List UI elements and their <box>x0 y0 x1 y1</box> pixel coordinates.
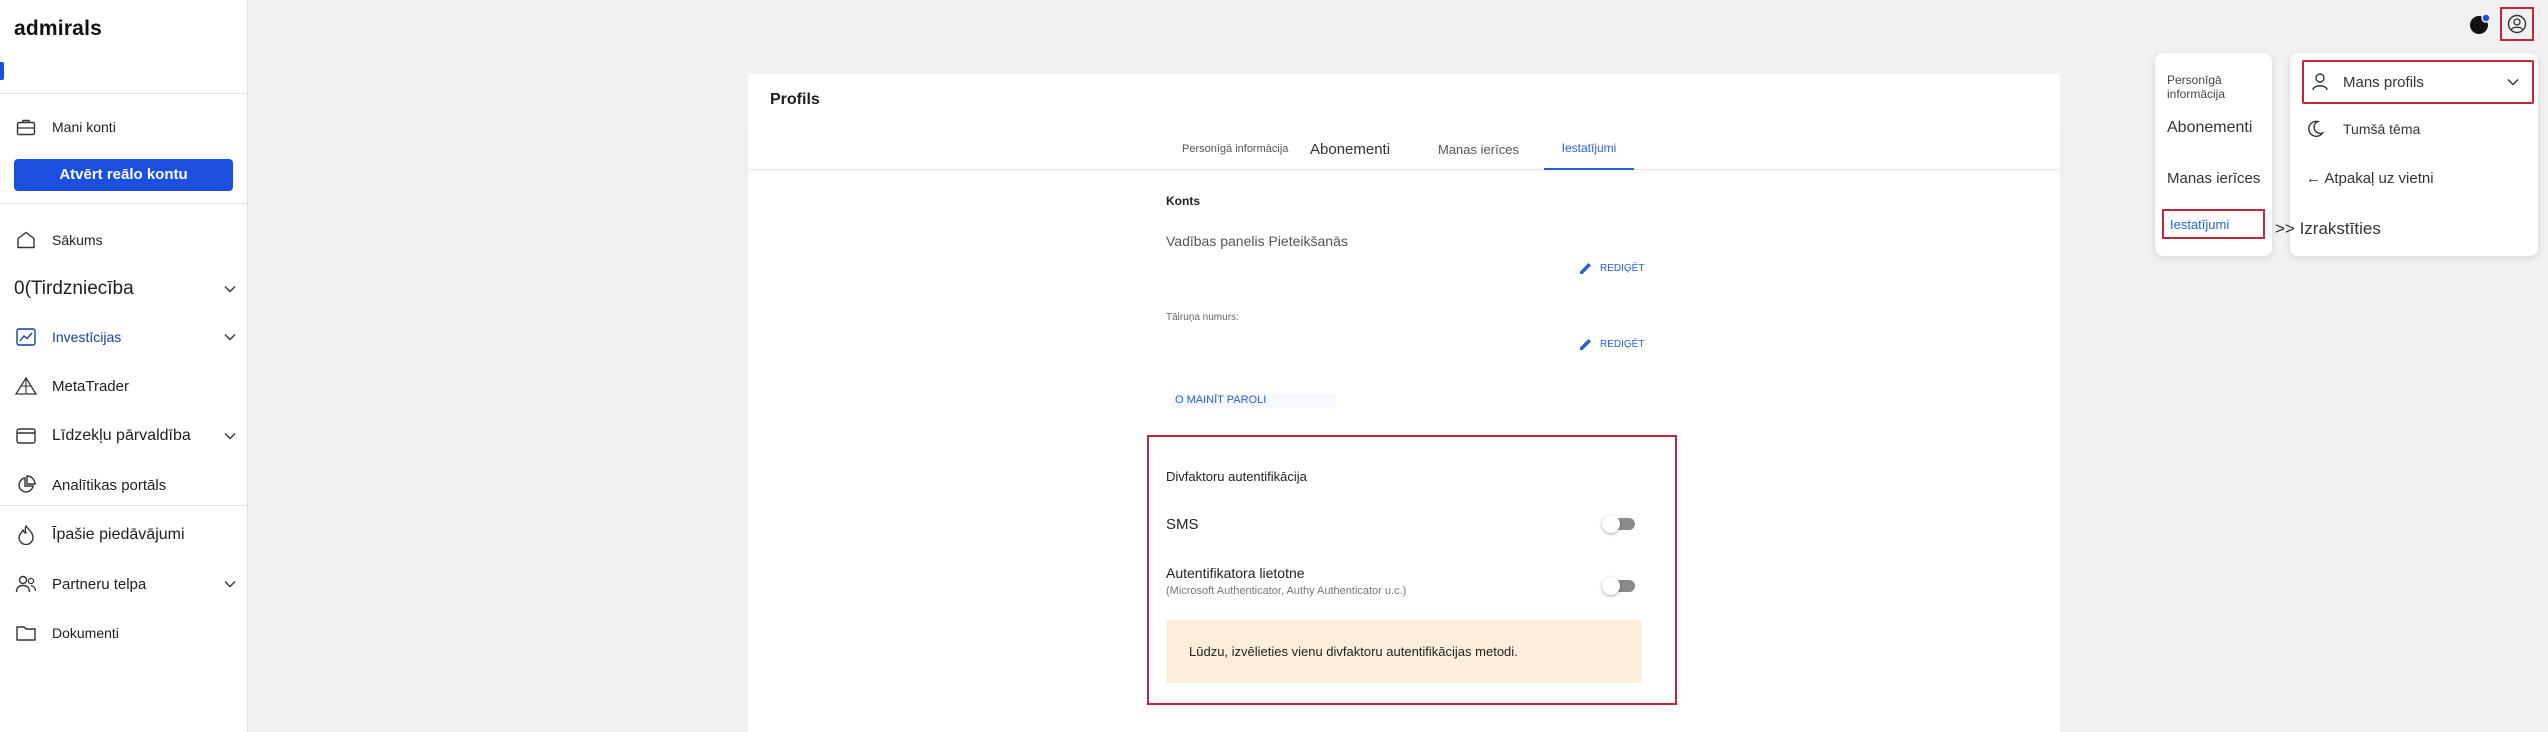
sms-toggle[interactable] <box>1602 515 1635 533</box>
toggle-knob <box>1602 577 1620 595</box>
trading-icon: 0( <box>14 278 31 299</box>
briefcase-icon <box>14 115 38 139</box>
menu-item-subscriptions[interactable]: Abonementi <box>2167 119 2252 137</box>
metatrader-icon <box>14 374 38 398</box>
users-icon <box>14 572 38 596</box>
sidebar-item-label: Līdzekļu pārvaldība <box>52 427 191 444</box>
sidebar-item-trading[interactable]: 0( Tirdzniecība <box>14 273 237 305</box>
sidebar-item-label: Dokumenti <box>52 625 119 641</box>
auth-app-hint: (Microsoft Authenticator, Authy Authenti… <box>1166 585 1407 597</box>
open-real-account-button[interactable]: Atvērt reālo kontu <box>14 159 233 191</box>
sidebar-item-label: Analītikas portāls <box>52 476 167 494</box>
profile-card: Profils Personīgā informācija Abonementi… <box>748 74 2060 732</box>
profile-tabs: Personīgā informācija Abonementi Manas i… <box>748 128 2060 170</box>
sidebar-item-label: Investīcijas <box>52 329 122 345</box>
back-to-site-item[interactable]: ← Atpakaļ uz vietni <box>2306 170 2434 187</box>
my-accounts-item[interactable]: Mani konti <box>14 111 237 143</box>
sidebar-item-label: MetaTrader <box>52 377 129 395</box>
sms-label: SMS <box>1166 516 1199 533</box>
phone-label: Tālruņa numurs: <box>1166 312 1239 323</box>
divider <box>0 93 248 94</box>
chevron-down-icon[interactable] <box>223 330 237 344</box>
sidebar: admirals Mani konti Atvērt reālo kontu S… <box>0 0 248 732</box>
pencil-icon <box>1580 339 1591 350</box>
sidebar-item-metatrader[interactable]: MetaTrader <box>14 370 237 402</box>
tab-devices[interactable]: Manas ierīces <box>1438 128 1519 170</box>
dark-theme-label: Tumšā tēma <box>2343 121 2421 137</box>
user-menu-button[interactable] <box>2500 7 2534 41</box>
logout-item[interactable]: >> Izrakstīties <box>2275 219 2381 239</box>
home-icon <box>14 228 38 252</box>
change-password-link[interactable]: O MAINĪT PAROLI <box>1172 394 1336 408</box>
edit-phone-button[interactable]: REDIĢĒT <box>1579 337 1644 351</box>
sidebar-item-label: Sākums <box>52 232 103 248</box>
logo[interactable]: admirals <box>14 17 102 41</box>
dashboard-login-label: Vadības panelis Pieteikšanās <box>1166 233 1348 249</box>
auth-app-label: Autentifikatora lietotne <box>1166 565 1305 581</box>
sidebar-item-funds[interactable]: Līdzekļu pārvaldība <box>14 420 237 452</box>
chart-line-icon <box>14 325 38 349</box>
sidebar-item-offers[interactable]: Īpašie piedāvājumi <box>14 519 237 551</box>
page-title: Profils <box>770 91 820 108</box>
pie-chart-icon <box>14 473 38 497</box>
folder-icon <box>14 621 38 645</box>
sidebar-item-partners[interactable]: Partneru telpa <box>14 568 237 600</box>
moon-icon <box>2308 120 2324 137</box>
sidebar-item-documents[interactable]: Dokumenti <box>14 617 237 649</box>
user-circle-icon <box>2507 14 2527 34</box>
profile-submenu: Personīgā informācija Abonementi Manas i… <box>2155 53 2272 256</box>
edit-label: REDIĢĒT <box>1600 262 1645 274</box>
my-profile-item[interactable]: Mans profils <box>2302 60 2534 104</box>
menu-item-settings[interactable]: Iestatījumi <box>2162 209 2265 239</box>
toggle-knob <box>1602 515 1620 533</box>
notification-icon[interactable] <box>2469 13 2491 35</box>
tfa-notice: Lūdzu, izvēlieties vienu divfaktoru aute… <box>1166 620 1642 683</box>
tab-subscriptions[interactable]: Abonementi <box>1310 128 1390 170</box>
pencil-icon <box>1580 263 1591 274</box>
sidebar-item-home[interactable]: Sākums <box>14 224 237 256</box>
chevron-down-icon <box>2507 79 2519 86</box>
dark-theme-item[interactable]: Tumšā tēma <box>2306 120 2420 138</box>
divider <box>0 203 248 204</box>
wallet-icon <box>14 424 38 448</box>
my-profile-label: Mans profils <box>2343 73 2424 91</box>
my-accounts-label: Mani konti <box>52 119 116 135</box>
sidebar-item-analytics[interactable]: Analītikas portāls <box>14 469 237 501</box>
tfa-heading: Divfaktoru autentifikācija <box>1166 469 1307 484</box>
chevron-down-icon[interactable] <box>223 282 237 296</box>
chevron-down-icon[interactable] <box>223 577 237 591</box>
chevron-down-icon[interactable] <box>223 429 237 443</box>
sidebar-item-label: Tirdzniecība <box>30 278 134 299</box>
sidebar-item-label: Īpašie piedāvājumi <box>52 526 185 543</box>
sidebar-item-investments[interactable]: Investīcijas <box>14 321 237 353</box>
two-factor-section: Divfaktoru autentifikācija SMS Autentifi… <box>1147 435 1677 705</box>
menu-item-personal-info[interactable]: Personīgā informācija <box>2167 73 2272 101</box>
auth-app-toggle[interactable] <box>1602 577 1635 595</box>
edit-label: REDIĢĒT <box>1600 338 1645 350</box>
user-icon <box>2312 73 2328 91</box>
tab-settings[interactable]: Iestatījumi <box>1544 128 1634 170</box>
active-indicator <box>0 62 4 80</box>
menu-item-devices[interactable]: Manas ierīces <box>2167 170 2260 187</box>
user-menu: Mans profils Tumšā tēma ← Atpakaļ uz vie… <box>2275 53 2538 256</box>
account-heading: Konts <box>1166 194 1200 208</box>
edit-login-button[interactable]: REDIĢĒT <box>1579 261 1644 275</box>
sidebar-item-label: Partneru telpa <box>52 575 147 593</box>
divider <box>0 505 248 506</box>
flame-icon <box>14 523 38 547</box>
tab-personal-info[interactable]: Personīgā informācija <box>1182 128 1288 170</box>
